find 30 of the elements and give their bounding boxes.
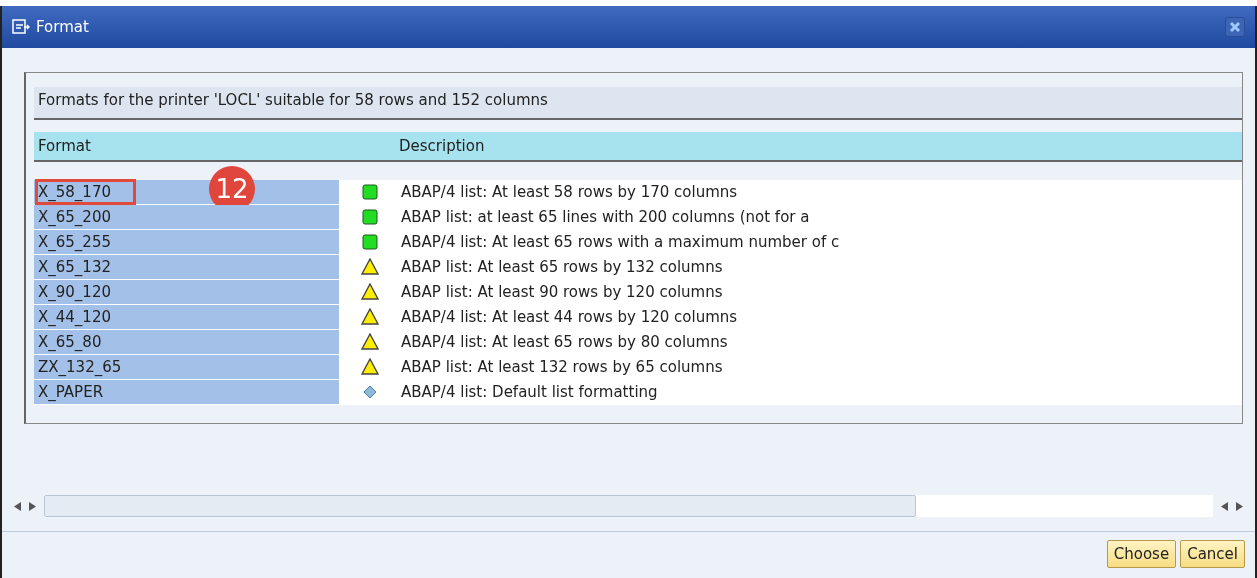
format-cell[interactable]: X_65_132 (38, 257, 111, 277)
close-button[interactable] (1225, 17, 1245, 37)
window-icon (12, 19, 30, 35)
window-title: Format (36, 16, 89, 38)
format-cell[interactable]: X_90_120 (38, 282, 111, 302)
column-header: Description (399, 135, 485, 157)
scroll-left-icon[interactable] (14, 501, 21, 511)
description-cell[interactable]: ABAP list: At least 65 rows by 132 columns (401, 255, 1242, 279)
scroll-right-icon[interactable] (1236, 501, 1243, 511)
description-cell[interactable]: ABAP list: At least 90 rows by 120 columns (401, 280, 1242, 304)
format-cell[interactable]: X_44_120 (38, 307, 111, 327)
description-cell[interactable]: ABAP/4 list: At least 44 rows by 120 columns (401, 305, 1242, 329)
format-cell[interactable]: X_65_255 (38, 232, 111, 252)
description-cell[interactable]: ABAP/4 list: At least 65 rows by 80 columns (401, 330, 1242, 354)
scroll-left-icon[interactable] (1221, 501, 1228, 511)
list-heading: Formats for the printer 'LOCL' suitable for 58 rows and 152 columns (34, 87, 1242, 120)
description-cell[interactable]: ABAP/4 list: At least 58 rows by 170 columns (401, 180, 1242, 204)
format-cell[interactable]: X_PAPER (38, 382, 104, 402)
scroll-right-icon[interactable] (29, 501, 36, 511)
format-cell[interactable]: X_65_80 (38, 332, 102, 352)
close-icon (1229, 21, 1241, 33)
description-cell[interactable]: ABAP/4 list: At least 65 rows with a maximum number of c (401, 230, 1242, 254)
description-cell[interactable]: ABAP list: At least 132 rows by 65 columns (401, 355, 1242, 379)
dialog-button[interactable]: Cancel (1180, 539, 1245, 568)
column-header: Format (37, 135, 92, 157)
description-cell[interactable]: ABAP/4 list: Default list formatting (401, 380, 1242, 404)
scrollbar-thumb[interactable] (44, 495, 916, 517)
dialog-button[interactable]: Choose (1106, 539, 1177, 568)
format-cell[interactable]: X_65_200 (38, 207, 111, 227)
description-cell[interactable]: ABAP list: at least 65 lines with 200 columns (not for a (401, 205, 1242, 229)
